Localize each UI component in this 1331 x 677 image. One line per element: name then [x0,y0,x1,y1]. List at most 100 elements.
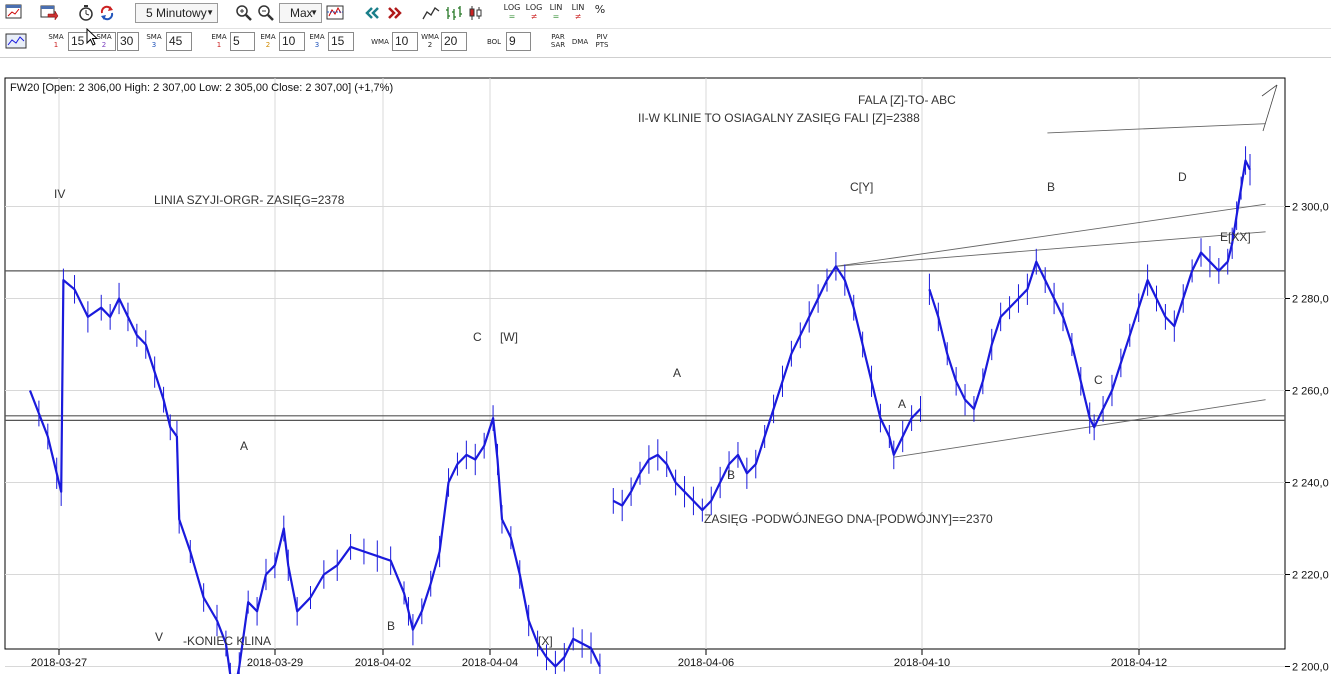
log-scale-label: LOG [503,3,521,12]
annotation-label: B [727,468,735,482]
y-tick-label: 2 220,0 [1292,570,1329,582]
percent-scale-button[interactable]: % [591,3,609,17]
wma2-input[interactable]: 20 [441,32,467,51]
lin-scale-ne-sub: ≠ [574,12,582,21]
price-chart-svg: IV LINIA SZYJI-ORGR- ZASIĘG=2378 V -KONIEC … [4,77,1329,677]
annotation-label: IV [54,187,65,201]
ema3-label: EMA [309,33,325,41]
piv-pts-button[interactable]: PIV PTS [592,33,612,49]
dma-button[interactable]: DMA [570,38,590,46]
annotation-label: C [473,330,482,344]
lin-scale-ne-button[interactable]: LIN ≠ [569,3,587,21]
x-tick-label: 2018-03-27 [31,657,87,669]
ema2-button[interactable]: EMA 2 [258,33,278,49]
ema2-value: 10 [282,34,296,48]
y-axis: 2 200,0 2 220,0 2 240,0 2 260,0 2 280,0 2 300… [1285,202,1329,674]
x-tick-label: 2018-04-10 [894,657,950,669]
wma2-num: 2 [427,41,433,49]
y-tick-label: 2 300,0 [1292,202,1329,214]
wma1-input[interactable]: 10 [392,32,418,51]
annotation-label: LINIA SZYJI-ORGR- ZASIĘG=2378 [154,193,345,207]
ema3-button[interactable]: EMA 3 [307,33,327,49]
annotation-label: A [240,439,248,453]
log-scale-ne-label: LOG [525,3,543,12]
sma1-num: 1 [53,41,59,49]
chevron-down-icon: ▼ [206,8,214,17]
ohlc-chart-icon[interactable] [443,3,465,23]
y-tick-label: 2 280,0 [1292,294,1329,306]
interval-select[interactable]: 5 Minutowy ▼ [135,3,218,23]
candlestick-chart-icon[interactable] [466,3,488,23]
annotation-label: FALA [Z]-TO- ABC [858,93,956,107]
log-scale-sub: = [508,12,516,21]
bol-input[interactable]: 9 [506,32,531,51]
annotation-label: V [155,630,163,644]
chevron-down-icon: ▼ [310,8,318,17]
zoom-out-icon[interactable] [255,3,277,23]
annotation-label: D [1178,170,1187,184]
wma1-button[interactable]: WMA [370,38,390,46]
sma3-input[interactable]: 45 [166,32,192,51]
lin-scale-ne-label: LIN [571,3,585,12]
log-scale-ne-sub: ≠ [530,12,538,21]
log-scale-ne-button[interactable]: LOG ≠ [525,3,543,21]
annotation-label: [W] [500,330,518,344]
bol-button[interactable]: BOL [484,38,504,46]
ema1-input[interactable]: 5 [230,32,255,51]
export-window-icon[interactable] [38,3,60,23]
y-tick-label: 2 200,0 [1292,662,1329,674]
ema3-num: 3 [314,41,320,49]
par-sar-bottom: SAR [550,41,566,49]
y-tick-label: 2 260,0 [1292,386,1329,398]
fit-chart-icon[interactable] [325,3,347,23]
indicator-chart-icon[interactable] [4,32,27,52]
sma3-label: SMA [146,33,162,41]
wma1-value: 10 [395,34,409,48]
annotation-label: B [387,619,395,633]
scroll-left-icon[interactable] [361,3,383,23]
annotation-label: A [898,397,906,411]
ema2-input[interactable]: 10 [279,32,305,51]
plot-frame [4,77,1286,650]
zoom-in-icon[interactable] [233,3,255,23]
ema3-input[interactable]: 15 [328,32,354,51]
log-scale-button[interactable]: LOG = [503,3,521,21]
line-chart-icon[interactable] [420,3,442,23]
ema2-label: EMA [260,33,276,41]
scroll-right-icon[interactable] [384,3,406,23]
ema2-num: 2 [265,41,271,49]
interval-value: 5 Minutowy [146,6,207,20]
annotation-label: II-W KLINIE TO OSIAGALNY ZASIĘG FALI [Z]… [638,111,920,125]
wma2-button[interactable]: WMA 2 [420,33,440,49]
annotation-label: E[XX] [1220,230,1251,244]
ema1-value: 5 [233,34,240,48]
sma2-input[interactable]: 30 [117,32,139,51]
annotation-label: [X] [538,634,553,648]
par-sar-button[interactable]: PAR SAR [548,33,568,49]
sma3-value: 45 [169,34,183,48]
chart-window-icon[interactable] [4,3,26,23]
annotation-label: C [1094,373,1103,387]
indicator-toolbar: SMA 1 15 SMA 2 30 SMA 3 45 EMA 1 5 EMA 2 10 E… [0,29,1331,58]
wma2-label: WMA [421,33,439,41]
sma2-value: 30 [120,34,134,48]
percent-scale-label: % [594,3,606,16]
annotation-label: -KONIEC KLINA [183,634,271,648]
sma3-num: 3 [151,41,157,49]
lin-scale-button[interactable]: LIN = [547,3,565,21]
annotation-label: C[Y] [850,180,873,194]
ema1-button[interactable]: EMA 1 [209,33,229,49]
sma1-button[interactable]: SMA 1 [46,33,66,49]
annotation-label: A [673,366,681,380]
range-select[interactable]: Max ▼ [279,3,322,23]
refresh-icon[interactable] [97,3,119,23]
x-tick-label: 2018-04-04 [462,657,518,669]
annotation-label: ZASIĘG -PODWÓJNEGO DNA-[PODWÓJNY]==2370 [704,511,993,526]
price-chart[interactable]: IV LINIA SZYJI-ORGR- ZASIĘG=2378 V -KONIEC … [0,58,1331,677]
mouse-cursor-icon [86,28,99,46]
timer-icon[interactable] [76,3,98,23]
lin-scale-sub: = [552,12,560,21]
wma1-label: WMA [371,38,389,46]
sma3-button[interactable]: SMA 3 [144,33,164,49]
x-tick-label: 2018-04-12 [1111,657,1167,669]
